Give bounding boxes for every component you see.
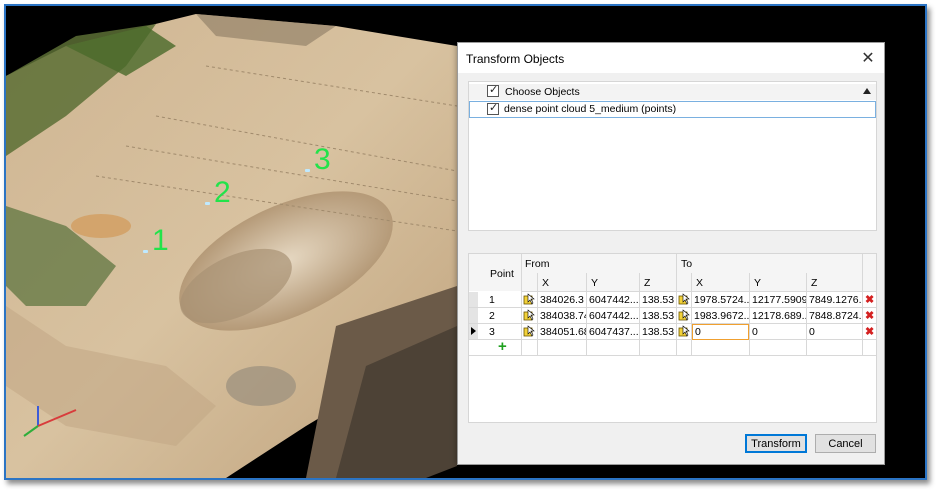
application-window-frame: 1 2 3 Transform Objects ✕ Choose Objects… [4, 4, 927, 480]
cancel-button[interactable]: Cancel [815, 434, 876, 453]
marker-label-3: 3 [314, 143, 331, 176]
marker-point-1 [143, 250, 148, 253]
marker-point-2 [205, 202, 210, 205]
choose-objects-checkbox[interactable] [487, 83, 499, 97]
row-header-1[interactable] [469, 292, 478, 307]
cell-from-x[interactable]: 384026.3 [540, 294, 586, 306]
object-item-label: dense point cloud 5_medium (points) [504, 103, 677, 115]
col-header-to-z[interactable]: Z [811, 277, 817, 289]
cell-from-y[interactable]: 6047437.... [589, 326, 639, 338]
cell-from-y[interactable]: 6047442.... [589, 294, 639, 306]
col-header-from-y[interactable]: Y [591, 277, 598, 289]
delete-row-icon[interactable]: ✖ [865, 309, 874, 322]
object-item-checkbox[interactable] [487, 101, 499, 115]
marker-point-3 [305, 169, 310, 172]
cell-to-y[interactable]: 12177.5909 [752, 294, 806, 306]
marker-label-1: 1 [152, 224, 169, 257]
cell-to-y[interactable]: 0 [752, 326, 806, 338]
transform-button[interactable]: Transform [745, 434, 807, 453]
object-list-item[interactable]: dense point cloud 5_medium (points) [469, 101, 876, 118]
col-header-from-x[interactable]: X [542, 277, 549, 289]
col-header-from: From [525, 258, 550, 270]
pick-point-icon[interactable] [678, 293, 690, 305]
col-header-from-z[interactable]: Z [644, 277, 650, 289]
cell-to-x[interactable]: 1978.5724... [694, 294, 749, 306]
cell-to-y[interactable]: 12178.689... [752, 310, 806, 322]
choose-objects-label: Choose Objects [505, 86, 580, 98]
dialog-titlebar: Transform Objects ✕ [458, 43, 884, 73]
add-row-icon[interactable]: + [498, 338, 507, 355]
pick-point-icon[interactable] [523, 309, 535, 321]
cell-to-z[interactable]: 7849.1276... [809, 294, 862, 306]
pick-point-icon[interactable] [523, 293, 535, 305]
choose-objects-panel: Choose Objects dense point cloud 5_mediu… [468, 81, 877, 231]
cell-from-x[interactable]: 384038.74 [540, 310, 586, 322]
cell-from-z[interactable]: 138.53 [642, 326, 676, 338]
transform-objects-dialog: Transform Objects ✕ Choose Objects dense… [457, 42, 885, 465]
current-row-arrow-icon [471, 327, 476, 335]
control-points-grid: Point From To X Y Z X Y Z 1 384026.3 604… [468, 253, 877, 423]
pick-point-icon[interactable] [678, 309, 690, 321]
cell-point: 1 [489, 294, 495, 306]
cell-to-z[interactable]: 0 [809, 326, 862, 338]
col-header-to: To [681, 258, 693, 270]
cell-point: 3 [489, 326, 495, 338]
cell-to-z[interactable]: 7848.8724... [809, 310, 862, 322]
row-header-2[interactable] [469, 308, 478, 323]
cell-point: 2 [489, 310, 495, 322]
cell-from-z[interactable]: 138.53 [642, 310, 676, 322]
cell-to-x[interactable]: 1983.9672... [694, 310, 749, 322]
pick-point-icon[interactable] [523, 325, 535, 337]
collapse-arrow-icon[interactable] [863, 88, 871, 94]
dialog-title: Transform Objects [466, 52, 565, 66]
cell-from-x[interactable]: 384051.68 [540, 326, 586, 338]
col-header-to-y[interactable]: Y [754, 277, 761, 289]
choose-objects-header[interactable]: Choose Objects [469, 83, 876, 100]
cell-from-z[interactable]: 138.53 [642, 294, 676, 306]
cell-from-y[interactable]: 6047442.... [589, 310, 639, 322]
marker-label-2: 2 [214, 176, 231, 209]
pick-point-icon[interactable] [678, 325, 690, 337]
delete-row-icon[interactable]: ✖ [865, 325, 874, 338]
col-header-to-x[interactable]: X [696, 277, 703, 289]
close-icon[interactable]: ✕ [854, 45, 882, 71]
col-header-point[interactable]: Point [490, 268, 514, 280]
axis-gizmo-icon [23, 406, 77, 437]
cell-to-x[interactable]: 0 [695, 326, 747, 338]
delete-row-icon[interactable]: ✖ [865, 293, 874, 306]
